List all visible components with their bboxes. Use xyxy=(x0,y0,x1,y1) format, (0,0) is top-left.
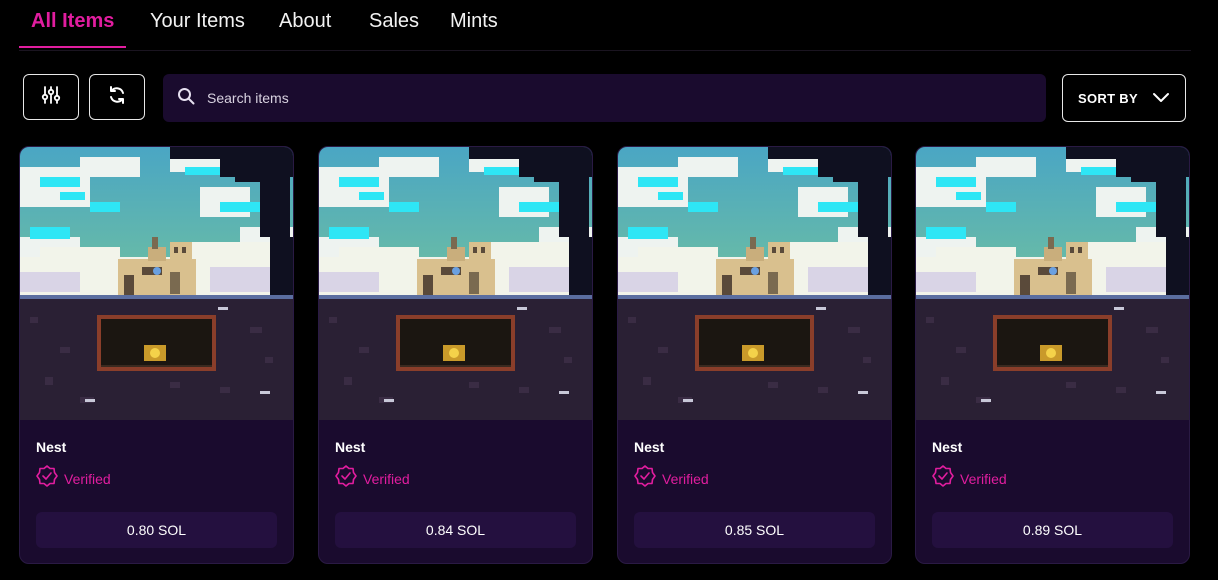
verified-badge: Verified xyxy=(932,465,1007,492)
tab-sales[interactable]: Sales xyxy=(369,10,419,33)
refresh-button[interactable] xyxy=(89,74,145,120)
search-bar[interactable] xyxy=(163,74,1046,122)
tab-about[interactable]: About xyxy=(279,10,331,33)
tab-all-items[interactable]: All Items xyxy=(31,10,114,33)
verified-check-icon xyxy=(36,465,58,492)
verified-badge: Verified xyxy=(335,465,410,492)
item-image xyxy=(916,147,1189,420)
active-tab-underline xyxy=(19,46,126,48)
verified-label: Verified xyxy=(64,470,111,487)
verified-badge: Verified xyxy=(634,465,709,492)
verified-label: Verified xyxy=(662,470,709,487)
search-input[interactable] xyxy=(205,89,1029,107)
filter-button[interactable] xyxy=(23,74,79,120)
item-name: Nest xyxy=(36,439,67,455)
sort-by-dropdown[interactable]: SORT BY xyxy=(1062,74,1186,122)
chevron-down-icon xyxy=(1152,91,1170,106)
tab-your-items[interactable]: Your Items xyxy=(150,10,245,33)
verified-check-icon xyxy=(634,465,656,492)
tab-bar: All Items Your Items About Sales Mints xyxy=(19,0,1191,51)
verified-check-icon xyxy=(932,465,954,492)
verified-label: Verified xyxy=(363,470,410,487)
tab-mints[interactable]: Mints xyxy=(450,10,498,33)
search-icon xyxy=(177,87,195,110)
verified-check-icon xyxy=(335,465,357,492)
item-image xyxy=(319,147,592,420)
price-button[interactable]: 0.84 SOL xyxy=(335,512,576,548)
item-name: Nest xyxy=(634,439,665,455)
item-card[interactable]: Nest Verified 0.84 SOL xyxy=(318,146,593,564)
refresh-icon xyxy=(107,85,127,110)
sort-by-label: SORT BY xyxy=(1078,90,1138,106)
sliders-icon xyxy=(41,85,61,110)
verified-label: Verified xyxy=(960,470,1007,487)
item-name: Nest xyxy=(335,439,366,455)
item-name: Nest xyxy=(932,439,963,455)
item-card[interactable]: Nest Verified 0.85 SOL xyxy=(617,146,892,564)
item-card[interactable]: Nest Verified 0.89 SOL xyxy=(915,146,1190,564)
verified-badge: Verified xyxy=(36,465,111,492)
price-button[interactable]: 0.80 SOL xyxy=(36,512,277,548)
price-button[interactable]: 0.85 SOL xyxy=(634,512,875,548)
price-button[interactable]: 0.89 SOL xyxy=(932,512,1173,548)
item-image xyxy=(20,147,293,420)
item-image xyxy=(618,147,891,420)
item-card[interactable]: Nest Verified 0.80 SOL xyxy=(19,146,294,564)
